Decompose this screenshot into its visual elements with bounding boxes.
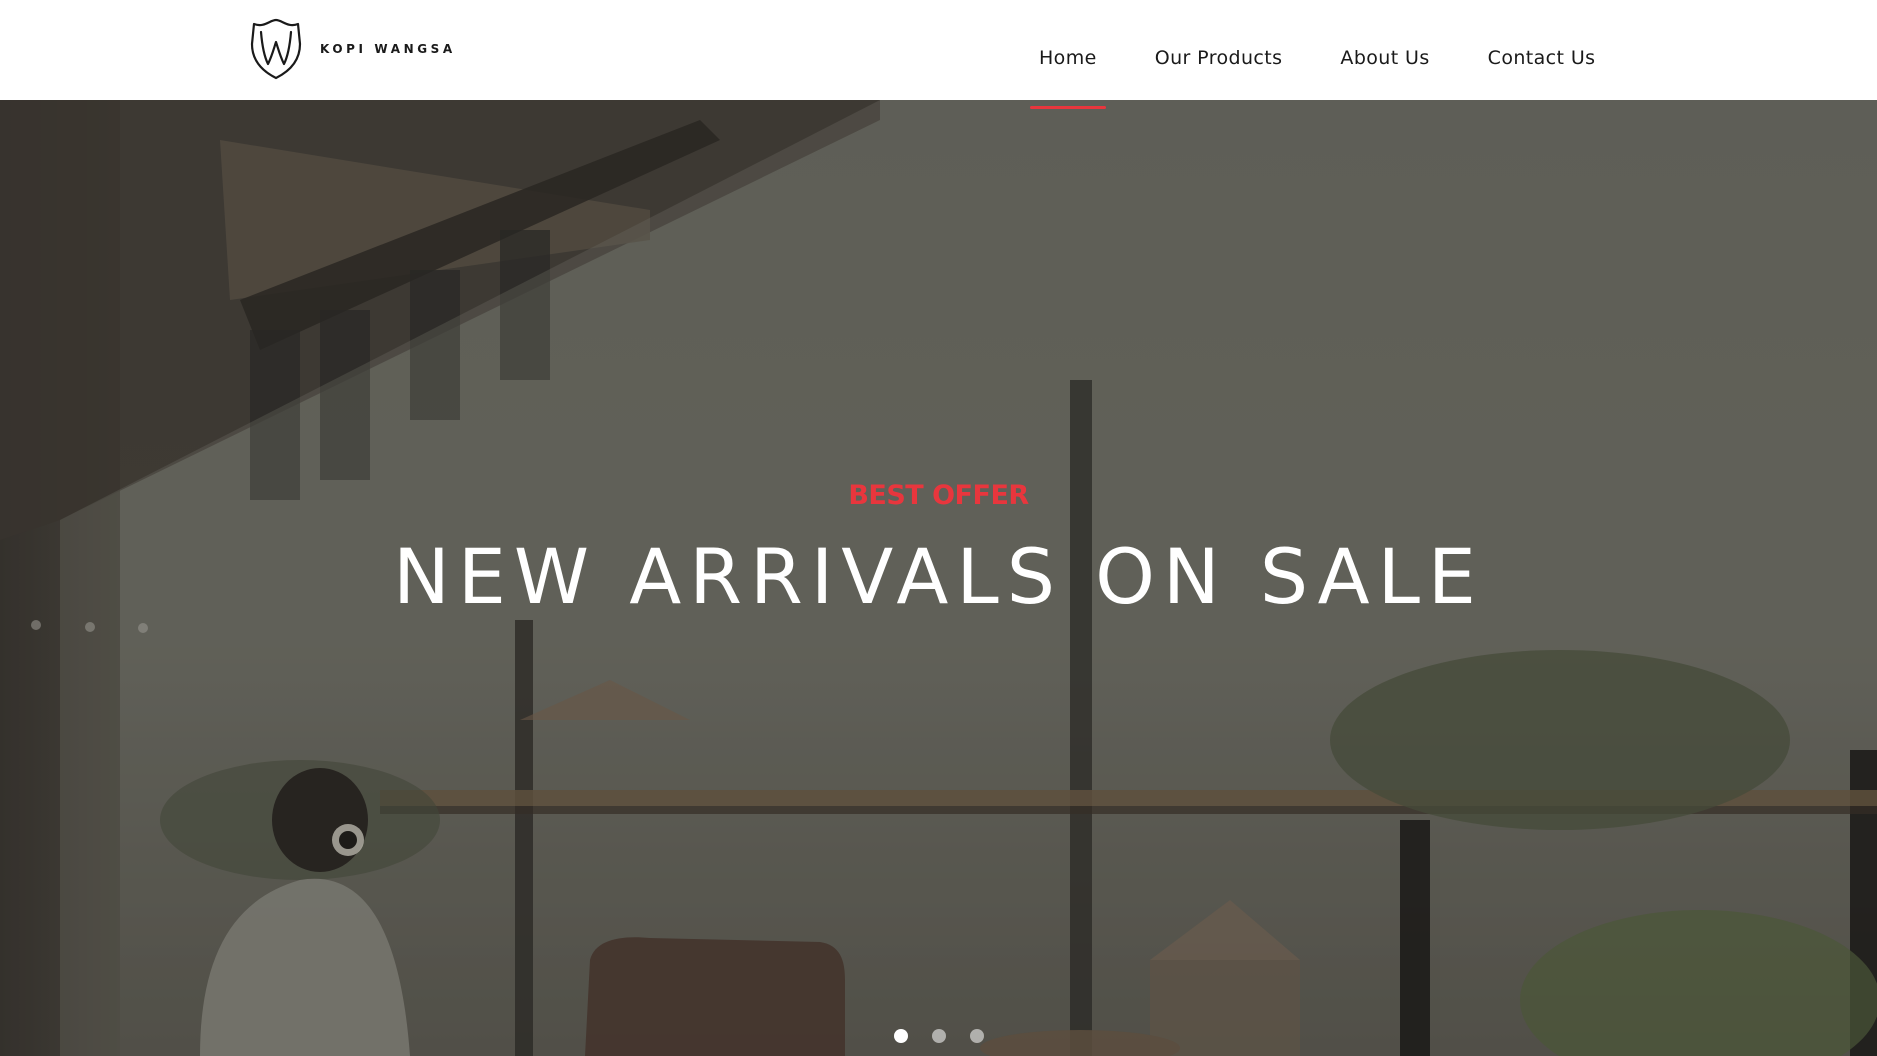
- slider-dot-1[interactable]: [893, 1029, 908, 1043]
- shield-w-icon: [250, 18, 302, 80]
- nav-item-contact-us[interactable]: Contact Us: [1459, 0, 1625, 100]
- main-nav: Home Our Products About Us Contact Us: [1010, 0, 1625, 109]
- slider-pagination: [0, 1029, 1877, 1043]
- slider-dot-2[interactable]: [931, 1029, 946, 1043]
- nav-item-label: Contact Us: [1487, 47, 1596, 69]
- site-header: KOPI WANGSA Home Our Products About Us C…: [0, 0, 1877, 109]
- nav-item-label: Home: [1039, 47, 1097, 69]
- hero-slider: BEST OFFER NEW ARRIVALS ON SALE: [0, 100, 1877, 1056]
- nav-item-about-us[interactable]: About Us: [1311, 0, 1458, 100]
- hero-title: NEW ARRIVALS ON SALE: [393, 532, 1484, 621]
- hero-subtitle: BEST OFFER: [848, 480, 1029, 511]
- brand-logo[interactable]: KOPI WANGSA: [248, 18, 456, 80]
- nav-item-home[interactable]: Home: [1010, 0, 1126, 109]
- nav-item-our-products[interactable]: Our Products: [1126, 0, 1312, 100]
- nav-item-label: Our Products: [1154, 47, 1283, 69]
- slider-dot-3[interactable]: [969, 1029, 984, 1043]
- nav-item-label: About Us: [1340, 47, 1430, 69]
- brand-name: KOPI WANGSA: [320, 42, 456, 56]
- active-indicator: [1030, 106, 1106, 109]
